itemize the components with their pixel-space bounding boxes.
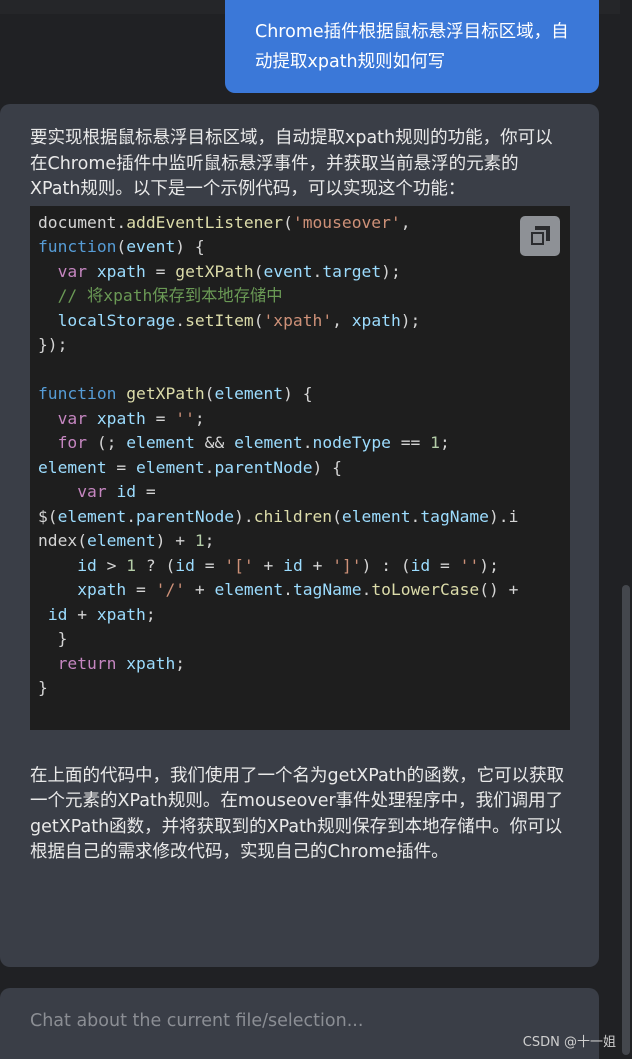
code-text: document.addEventListener('mouseover', f… [38, 213, 518, 698]
code-line: } [38, 678, 48, 697]
code-line: return xpath; [57, 653, 186, 673]
code-line: }); [38, 335, 68, 354]
chat-input-box[interactable] [0, 988, 599, 1059]
code-line: $(element.parentNode).children(element.t… [38, 506, 519, 526]
user-message-bubble: Chrome插件根据鼠标悬浮目标区域，自动提取xpath规则如何写 [225, 0, 599, 93]
scrollbar-thumb[interactable] [622, 585, 630, 1055]
user-message-text: Chrome插件根据鼠标悬浮目标区域，自动提取xpath规则如何写 [255, 22, 569, 72]
code-line: var id = [77, 482, 156, 501]
code-line: localStorage.setItem('xpath', xpath); [57, 310, 421, 330]
code-line: // 将xpath保存到本地存储中 [57, 286, 283, 305]
watermark: CSDN @十一姐 [522, 1035, 616, 1050]
code-line: element = element.parentNode) { [38, 457, 342, 477]
assistant-intro-text: 要实现根据鼠标悬浮目标区域，自动提取xpath规则的功能，你可以在Chrome插… [30, 128, 553, 199]
code-line: for (; element && element.nodeType == 1; [57, 433, 450, 452]
code-line: ndex(element) + 1; [38, 531, 215, 550]
code-line: id > 1 ? (id = '[' + id + ']') : (id = '… [77, 555, 499, 575]
code-line: id + xpath; [47, 604, 156, 624]
assistant-outro-text: 在上面的代码中，我们使用了一个名为getXPath的函数，它可以获取一个元素的X… [30, 765, 565, 863]
code-line: var xpath = getXPath(event.target); [57, 261, 401, 281]
code-line: function getXPath(element) { [38, 384, 313, 403]
assistant-message-card: 要实现根据鼠标悬浮目标区域，自动提取xpath规则的功能，你可以在Chrome插… [0, 104, 599, 967]
code-line: var xpath = ''; [57, 408, 205, 428]
code-line: xpath = '/' + element.tagName.toLowerCas… [77, 580, 519, 599]
copy-icon [529, 225, 550, 247]
code-line: function(event) { [38, 237, 205, 256]
copy-code-button[interactable] [520, 215, 560, 256]
code-line: document.addEventListener('mouseover', [38, 212, 411, 232]
code-block[interactable]: document.addEventListener('mouseover', f… [30, 205, 570, 730]
code-content: document.addEventListener('mouseover', f… [38, 211, 562, 701]
code-line: } [38, 629, 68, 648]
chat-input[interactable] [30, 1011, 569, 1031]
